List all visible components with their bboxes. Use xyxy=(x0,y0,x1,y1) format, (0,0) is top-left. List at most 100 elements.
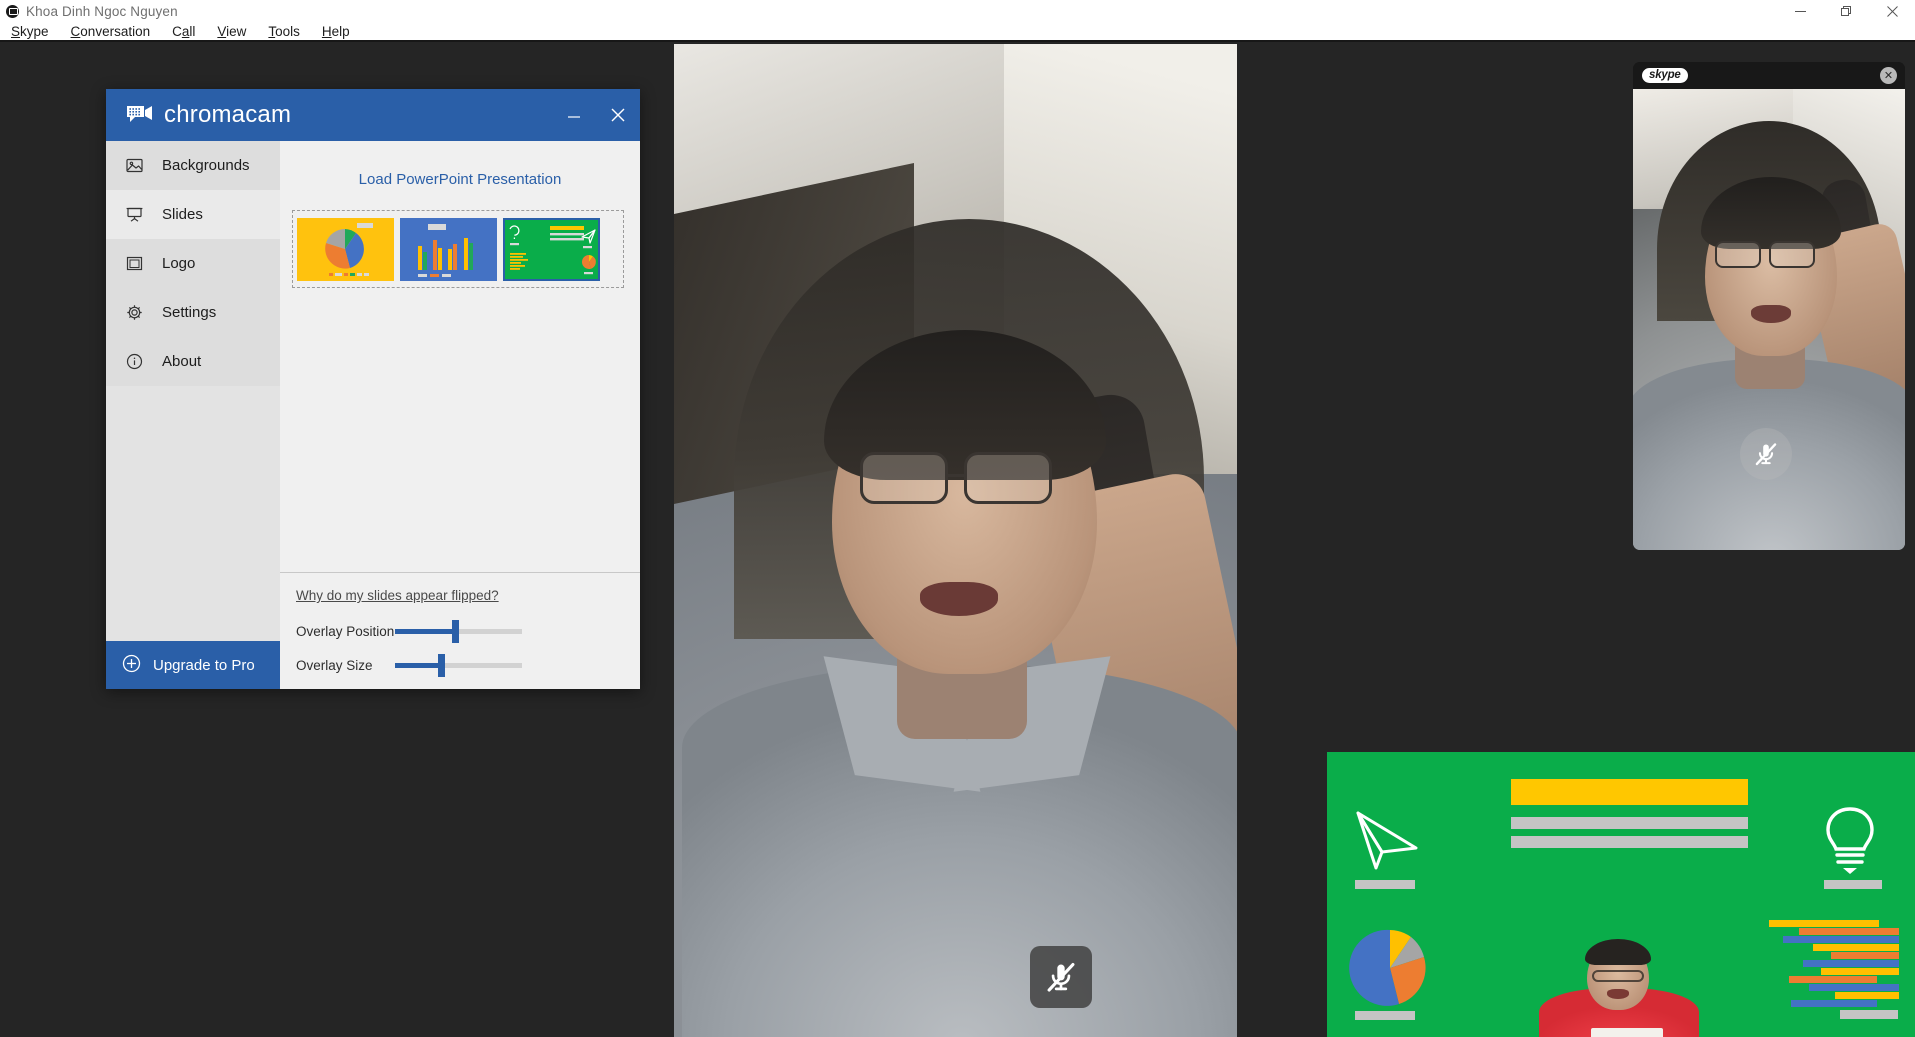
pip-glasses-left xyxy=(1715,241,1761,268)
video-person xyxy=(682,330,1237,1037)
chromacam-sidebar: Backgrounds Slides Logo Settings About U… xyxy=(106,141,280,689)
thumbnail-green-icons-slide[interactable] xyxy=(503,218,600,281)
chromacam-minimize-button[interactable] xyxy=(552,89,596,141)
menu-view[interactable]: View xyxy=(206,24,257,39)
slide-person-mouth xyxy=(1607,989,1629,999)
pip-glasses-right xyxy=(1769,241,1815,268)
thumbnail-bar-chart-slide[interactable] xyxy=(400,218,497,281)
overlay-position-slider[interactable] xyxy=(395,620,522,643)
restore-button[interactable] xyxy=(1823,0,1869,22)
pip-close-button[interactable]: ✕ xyxy=(1880,67,1897,84)
chromacam-close-button[interactable] xyxy=(596,89,640,141)
slide-bar xyxy=(1791,1000,1877,1007)
presentation-icon xyxy=(126,206,148,223)
slider-fill xyxy=(395,663,441,668)
chromacam-window[interactable]: chromacam Backgrounds Slides Logo Settin… xyxy=(106,89,640,689)
slide-caption-bar xyxy=(1840,1010,1898,1019)
window-title: Khoa Dinh Ngoc Nguyen xyxy=(26,3,178,19)
close-button[interactable] xyxy=(1869,0,1915,22)
glasses-right xyxy=(964,452,1052,504)
slide-person-overlay xyxy=(1539,939,1699,1037)
microphone-muted-icon[interactable] xyxy=(1030,946,1092,1008)
pip-mouth-shape xyxy=(1751,305,1791,323)
menu-help[interactable]: Help xyxy=(311,24,361,39)
slides-flipped-help-link[interactable]: Why do my slides appear flipped? xyxy=(296,588,499,603)
sidebar-item-logo[interactable]: Logo xyxy=(106,239,280,288)
slide-bar xyxy=(1813,944,1899,951)
pip-video-feed xyxy=(1633,89,1905,550)
slide-thumbnail-strip[interactable] xyxy=(292,210,624,288)
slide-bar xyxy=(1821,968,1899,975)
chromacam-logo-icon xyxy=(126,104,154,126)
sidebar-label: Backgrounds xyxy=(162,157,250,174)
slide-overlay xyxy=(1327,752,1915,1037)
sidebar-filler xyxy=(106,386,280,641)
sidebar-item-settings[interactable]: Settings xyxy=(106,288,280,337)
sidebar-label: About xyxy=(162,353,202,370)
mouth-shape xyxy=(920,582,998,616)
menu-tools[interactable]: Tools xyxy=(257,24,311,39)
slide-person-hair xyxy=(1585,939,1651,965)
slide-bar xyxy=(1769,920,1879,927)
overlay-size-row: Overlay Size xyxy=(296,654,640,677)
load-powerpoint-link[interactable]: Load PowerPoint Presentation xyxy=(280,171,640,188)
paper-plane-icon xyxy=(1354,807,1420,878)
gear-icon xyxy=(126,304,148,321)
slide-person-glasses xyxy=(1592,970,1644,982)
sidebar-label: Settings xyxy=(162,304,217,321)
thumbnail-pie-chart-slide[interactable] xyxy=(297,218,394,281)
chromacam-window-controls xyxy=(552,89,640,141)
slider-fill xyxy=(395,629,455,634)
chromacam-footer: Why do my slides appear flipped? Overlay… xyxy=(280,572,640,689)
slider-knob[interactable] xyxy=(437,654,445,677)
overlay-size-slider[interactable] xyxy=(395,654,522,677)
slide-bar xyxy=(1783,936,1899,943)
slide-bar xyxy=(1799,928,1899,935)
pie-chart-icon xyxy=(1349,927,1431,1014)
slide-bar xyxy=(1789,976,1877,983)
minimize-button[interactable] xyxy=(1777,0,1823,22)
upgrade-label: Upgrade to Pro xyxy=(153,656,255,674)
menu-call[interactable]: Call xyxy=(161,24,206,39)
glasses-bridge xyxy=(948,474,964,477)
window-titlebar: Khoa Dinh Ngoc Nguyen xyxy=(0,0,1915,22)
plus-circle-icon xyxy=(122,654,141,677)
slide-bar xyxy=(1835,992,1899,999)
square-icon xyxy=(126,255,148,272)
slide-text-line xyxy=(1511,836,1748,848)
skype-logo: skype xyxy=(1642,68,1688,83)
lightbulb-icon xyxy=(1822,806,1878,881)
sidebar-item-about[interactable]: About xyxy=(106,337,280,386)
slide-bar xyxy=(1803,960,1899,967)
slide-caption-bar xyxy=(1355,1011,1415,1020)
slide-person-paper xyxy=(1591,1028,1663,1037)
skype-pip-window[interactable]: skype ✕ xyxy=(1633,62,1905,550)
pip-titlebar: skype ✕ xyxy=(1633,62,1905,89)
slide-bar xyxy=(1809,984,1899,991)
slider-knob[interactable] xyxy=(451,620,459,643)
menu-skype[interactable]: Skype xyxy=(0,24,60,39)
slide-caption-bar xyxy=(1824,880,1882,889)
overlay-position-label: Overlay Position xyxy=(296,624,395,639)
overlay-position-row: Overlay Position xyxy=(296,620,640,643)
sidebar-item-backgrounds[interactable]: Backgrounds xyxy=(106,141,280,190)
chromacam-content: Load PowerPoint Presentation Why do my s… xyxy=(280,141,640,689)
image-icon xyxy=(126,157,148,174)
skype-icon xyxy=(6,4,19,18)
sidebar-label: Logo xyxy=(162,255,196,272)
bar-chart-icon xyxy=(1769,920,1899,1012)
chromacam-title: chromacam xyxy=(164,101,292,128)
slide-caption-bar xyxy=(1355,880,1415,889)
microphone-muted-icon[interactable] xyxy=(1740,428,1792,480)
sidebar-label: Slides xyxy=(162,206,203,223)
overlay-size-label: Overlay Size xyxy=(296,658,373,673)
menubar: Skype Conversation Call View Tools Help xyxy=(0,22,1915,42)
upgrade-to-pro-button[interactable]: Upgrade to Pro xyxy=(106,641,280,689)
window-controls xyxy=(1777,0,1915,22)
slide-bar xyxy=(1831,952,1899,959)
desktop-area: skype ✕ chromacam Backgrounds Slides Log… xyxy=(0,44,1915,1037)
main-video-feed[interactable] xyxy=(674,44,1237,1037)
menu-conversation[interactable]: Conversation xyxy=(60,24,162,39)
sidebar-item-slides[interactable]: Slides xyxy=(106,190,280,239)
